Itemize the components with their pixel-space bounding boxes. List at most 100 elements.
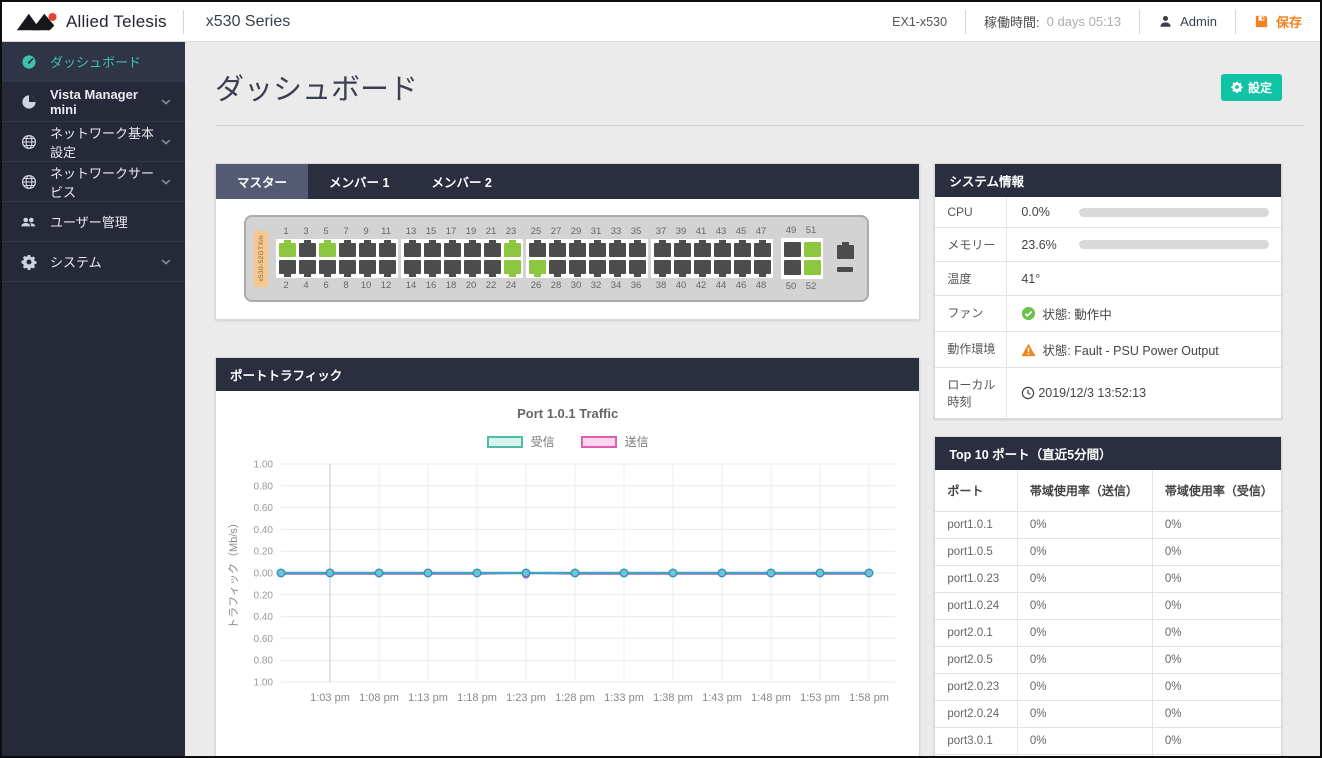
switch-port-19[interactable] — [463, 240, 481, 257]
uplink-port[interactable] — [836, 242, 854, 259]
table-row: port1.0.1 0% 0% — [935, 511, 1281, 539]
switch-port-18[interactable] — [443, 260, 461, 277]
switch-port-11[interactable] — [378, 240, 396, 257]
switch-port-36[interactable] — [628, 260, 646, 277]
port-number: 15 — [425, 226, 437, 237]
switch-port-9[interactable] — [358, 240, 376, 257]
svg-text:0.80: 0.80 — [253, 481, 273, 492]
uplink-slot[interactable] — [837, 267, 853, 272]
table-cell: port2.0.24 — [935, 700, 1018, 728]
admin-menu[interactable]: Admin — [1140, 2, 1235, 41]
svg-text:1:53 pm: 1:53 pm — [800, 692, 840, 704]
switch-port-6[interactable] — [318, 260, 336, 277]
svg-text:1:03 pm: 1:03 pm — [310, 692, 350, 704]
sidebar-item-user-management[interactable]: ユーザー管理 — [2, 202, 185, 242]
switch-port-49[interactable] — [783, 242, 801, 257]
switch-port-10[interactable] — [358, 260, 376, 277]
port-number: 40 — [675, 280, 687, 291]
svg-text:1.00: 1.00 — [253, 678, 273, 689]
switch-port-47[interactable] — [753, 240, 771, 257]
sidebar-item-label: システム — [50, 255, 102, 270]
switch-port-14[interactable] — [403, 260, 421, 277]
column-header: ポート — [935, 470, 1018, 512]
switch-port-35[interactable] — [628, 240, 646, 257]
product-title: x530 Series — [205, 12, 291, 30]
table-cell: 0% — [1152, 511, 1281, 539]
switch-port-7[interactable] — [338, 240, 356, 257]
switch-port-40[interactable] — [673, 260, 691, 277]
switch-port-12[interactable] — [378, 260, 396, 277]
table-cell: 0% — [1152, 592, 1281, 620]
switch-port-43[interactable] — [713, 240, 731, 257]
port-number: 5 — [323, 226, 329, 237]
switch-port-15[interactable] — [423, 240, 441, 257]
switch-port-5[interactable] — [318, 240, 336, 257]
switch-port-52[interactable] — [803, 260, 821, 275]
metric-value: 2019/12/3 13:52:13 — [1038, 386, 1147, 400]
switch-port-44[interactable] — [713, 260, 731, 277]
switch-port-22[interactable] — [483, 260, 501, 277]
switch-port-42[interactable] — [693, 260, 711, 277]
sidebar-item-vista-manager-mini[interactable]: Vista Manager mini — [2, 82, 185, 122]
switch-port-34[interactable] — [608, 260, 626, 277]
switch-port-23[interactable] — [503, 240, 521, 257]
settings-button[interactable]: 設定 — [1220, 73, 1282, 101]
sidebar-item-dashboard[interactable]: ダッシュボード — [2, 42, 185, 82]
switch-port-51[interactable] — [803, 242, 821, 257]
switch-port-50[interactable] — [783, 260, 801, 275]
switch-port-16[interactable] — [423, 260, 441, 277]
switch-port-4[interactable] — [298, 260, 316, 277]
device-name-section: EX1-x530 — [874, 2, 965, 41]
table-cell: port1.0.24 — [935, 592, 1018, 620]
sidebar-item-system[interactable]: システム — [2, 242, 185, 282]
switch-port-1[interactable] — [278, 240, 296, 257]
allied-telesis-triangle-icon — [16, 12, 57, 30]
switch-port-20[interactable] — [463, 260, 481, 277]
switch-port-8[interactable] — [338, 260, 356, 277]
switch-port-17[interactable] — [443, 240, 461, 257]
switch-port-45[interactable] — [733, 240, 751, 257]
switch-port-2[interactable] — [278, 260, 296, 277]
stack-tab-0[interactable]: マスター — [216, 164, 309, 199]
switch-port-38[interactable] — [653, 260, 671, 277]
switch-port-48[interactable] — [753, 260, 771, 277]
sidebar-item-network-services[interactable]: ネットワークサービス — [2, 162, 185, 202]
switch-port-27[interactable] — [548, 240, 566, 257]
svg-text:1:58 pm: 1:58 pm — [849, 692, 889, 704]
switch-port-41[interactable] — [693, 240, 711, 257]
sidebar-item-network-basic-settings[interactable]: ネットワーク基本設定 — [2, 122, 185, 162]
switch-port-21[interactable] — [483, 240, 501, 257]
table-cell: port1.0.23 — [935, 565, 1018, 593]
warning-icon — [1021, 343, 1036, 357]
table-cell: 0% — [1017, 511, 1153, 539]
save-button[interactable]: 保存 — [1236, 2, 1320, 41]
switch-port-24[interactable] — [503, 260, 521, 277]
table-cell: port2.0.1 — [935, 619, 1018, 647]
chevron-down-icon — [161, 138, 171, 145]
svg-text:トラフィック（Mb/s）: トラフィック（Mb/s） — [227, 517, 240, 629]
switch-port-25[interactable] — [528, 240, 546, 257]
svg-text:0.40: 0.40 — [253, 612, 273, 623]
switch-port-33[interactable] — [608, 240, 626, 257]
switch-port-39[interactable] — [673, 240, 691, 257]
table-cell: 0% — [1152, 754, 1281, 756]
table-cell: 0% — [1152, 700, 1281, 728]
stack-tab-2[interactable]: メンバー 2 — [410, 164, 512, 199]
switch-port-3[interactable] — [298, 240, 316, 257]
switch-port-32[interactable] — [588, 260, 606, 277]
switch-port-37[interactable] — [653, 240, 671, 257]
table-cell: port1.0.5 — [935, 538, 1018, 566]
switch-port-29[interactable] — [568, 240, 586, 257]
switch-port-30[interactable] — [568, 260, 586, 277]
switch-port-13[interactable] — [403, 240, 421, 257]
globe-icon — [20, 133, 37, 150]
stack-tab-1[interactable]: メンバー 1 — [308, 164, 410, 199]
switch-port-31[interactable] — [588, 240, 606, 257]
port-number: 11 — [381, 226, 391, 237]
switch-port-28[interactable] — [548, 260, 566, 277]
svg-text:0.00: 0.00 — [253, 569, 273, 580]
switch-port-26[interactable] — [528, 260, 546, 277]
switch-port-46[interactable] — [733, 260, 751, 277]
metric-label: 温度 — [935, 262, 1008, 295]
port-number: 8 — [343, 280, 349, 291]
